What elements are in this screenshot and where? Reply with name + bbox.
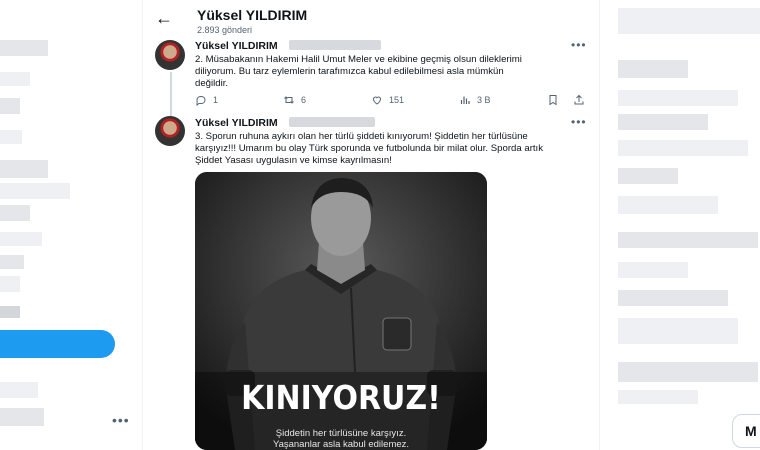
author-name[interactable]: Yüksel YILDIRIM <box>195 40 278 52</box>
media-caption: Şiddetin her türlüsüne karşıyız. Yaşanan… <box>195 428 487 450</box>
blurred-block <box>618 168 678 184</box>
tweet-actions: 1 6 151 3 B <box>195 94 587 108</box>
media-caption-line-2: Yaşananlar asla kabul edilemez. <box>272 439 410 450</box>
blurred-block <box>618 390 698 404</box>
share-icon <box>574 94 584 105</box>
views-icon <box>460 96 470 104</box>
right-sidebar-blurred: M <box>600 0 760 450</box>
blurred-block <box>618 8 760 34</box>
views-button[interactable]: 3 B <box>459 94 491 106</box>
more-dots-icon[interactable]: ••• <box>571 115 587 129</box>
blurred-block <box>618 60 688 78</box>
avatar[interactable] <box>155 40 185 70</box>
main-column: ← Yüksel YILDIRIM 2.893 gönderi Yüksel Y… <box>142 0 600 450</box>
tweet-media-image[interactable]: KINIYORUZ! Şiddetin her türlüsüne karşıy… <box>195 172 487 450</box>
retweet-icon <box>284 96 294 104</box>
blurred-block <box>618 318 738 344</box>
blurred-block <box>618 232 758 248</box>
bookmark-icon <box>549 95 557 106</box>
blurred-block <box>618 362 758 382</box>
blurred-block <box>0 183 70 199</box>
blurred-block <box>0 130 22 144</box>
blurred-block <box>0 255 24 269</box>
tweet-text: 3. Sporun ruhuna aykırı olan her türlü ş… <box>195 131 544 166</box>
blurred-block <box>0 205 30 221</box>
left-sidebar-blurred: ••• <box>0 0 140 450</box>
blurred-block <box>0 40 48 56</box>
reply-icon <box>196 95 206 106</box>
author-name[interactable]: Yüksel YILDIRIM <box>195 117 278 129</box>
messages-button[interactable]: M <box>732 414 760 448</box>
share-button[interactable] <box>573 94 585 106</box>
back-arrow-icon[interactable]: ← <box>155 8 173 29</box>
bookmark-button[interactable] <box>547 94 559 106</box>
reply-count: 1 <box>213 95 219 105</box>
avatar[interactable] <box>155 116 185 146</box>
blurred-block <box>0 98 20 114</box>
blurred-block <box>618 90 738 106</box>
blurred-block <box>0 408 44 426</box>
more-dots-icon[interactable]: ••• <box>112 412 130 428</box>
reply-button[interactable]: 1 <box>195 94 218 106</box>
handle-blurred <box>289 117 375 127</box>
blurred-block <box>618 114 708 130</box>
media-caption-line-1: Şiddetin her türlüsüne karşıyız. <box>275 428 407 439</box>
like-count: 151 <box>389 95 405 105</box>
blurred-block <box>0 72 30 86</box>
thread-line <box>170 72 172 116</box>
views-count: 3 B <box>477 95 491 105</box>
blurred-block <box>0 382 38 398</box>
like-button[interactable]: 151 <box>371 94 404 106</box>
heart-icon <box>372 96 382 105</box>
more-dots-icon[interactable]: ••• <box>571 38 587 52</box>
blurred-block <box>0 276 20 292</box>
retweet-count: 6 <box>301 95 307 105</box>
profile-header: ← Yüksel YILDIRIM 2.893 gönderi <box>143 0 599 40</box>
tweet-text: 2. Müsabakanın Hakemi Halil Umut Meler v… <box>195 54 522 89</box>
blurred-block <box>618 196 718 214</box>
blurred-block <box>0 160 48 178</box>
blurred-block <box>618 140 748 156</box>
post-button-blurred[interactable] <box>0 330 115 358</box>
blurred-block <box>0 232 42 246</box>
post-count: 2.893 gönderi <box>197 25 253 35</box>
profile-name: Yüksel YILDIRIM <box>197 7 308 23</box>
media-headline: KINIYORUZ! <box>241 379 441 418</box>
handle-blurred <box>289 40 381 50</box>
blurred-block <box>618 290 728 306</box>
blurred-block <box>0 306 20 318</box>
retweet-button[interactable]: 6 <box>283 94 306 106</box>
blurred-block <box>618 262 688 278</box>
